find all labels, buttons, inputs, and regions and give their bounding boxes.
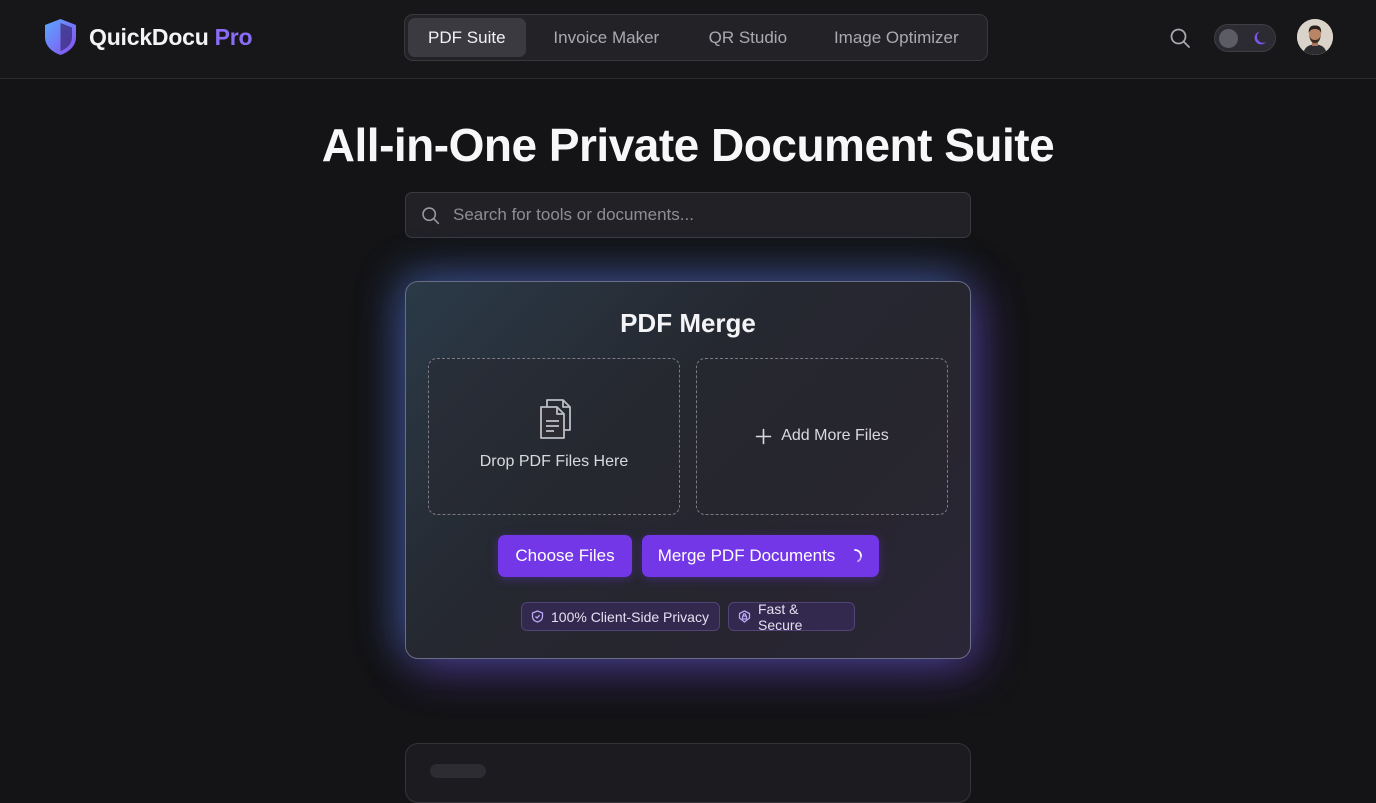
avatar[interactable] xyxy=(1297,19,1333,55)
moon-icon xyxy=(1254,31,1267,45)
brand-name: QuickDocu Pro xyxy=(89,23,253,50)
plus-icon xyxy=(755,428,772,444)
merge-button-label: Merge PDF Documents xyxy=(657,546,836,565)
page-title: All-in-One Private Document Suite xyxy=(321,119,1055,171)
merge-pdf-button[interactable]: Merge PDF Documents xyxy=(642,535,879,577)
header-search-button[interactable] xyxy=(1168,26,1192,50)
tab-qr-studio[interactable]: QR Studio xyxy=(687,18,809,57)
theme-toggle[interactable] xyxy=(1214,24,1276,52)
secure-badge: Fast & Secure xyxy=(728,600,855,633)
tool-search-bar[interactable] xyxy=(405,192,971,238)
privacy-badge: 100% Client-Side Privacy xyxy=(521,602,720,631)
next-card-chip xyxy=(430,764,486,778)
add-more-label: Add More Files xyxy=(781,427,889,444)
search-icon xyxy=(422,206,440,224)
pdf-dropzone[interactable]: Drop PDF Files Here xyxy=(428,358,680,515)
privacy-badge-label: 100% Client-Side Privacy xyxy=(551,608,709,625)
shield-logo-icon xyxy=(45,19,76,55)
tab-pdf-suite[interactable]: PDF Suite xyxy=(408,18,526,57)
brand[interactable]: QuickDocu Pro xyxy=(42,17,253,57)
tab-invoice-maker[interactable]: Invoice Maker xyxy=(526,18,687,57)
brand-accent: Pro xyxy=(214,23,253,50)
choose-files-button[interactable]: Choose Files xyxy=(498,535,632,577)
app-header: QuickDocu Pro PDF Suite Invoice Maker QR … xyxy=(0,0,1376,79)
shield-icon xyxy=(531,610,544,623)
dropzone-label: Drop PDF Files Here xyxy=(479,453,629,470)
pdf-merge-card: PDF Merge Drop PDF Files Here Add More F… xyxy=(405,281,971,659)
secure-badge-label: Fast & Secure xyxy=(758,600,803,633)
search-icon xyxy=(1170,28,1190,48)
tab-image-optimizer[interactable]: Image Optimizer xyxy=(809,18,984,57)
lock-shield-icon xyxy=(738,610,751,623)
add-more-files-zone[interactable]: Add More Files xyxy=(696,358,948,515)
loading-spinner-icon xyxy=(854,549,863,563)
search-input[interactable] xyxy=(453,205,933,225)
next-tool-card xyxy=(405,743,971,803)
main-nav: PDF Suite Invoice Maker QR Studio Image … xyxy=(404,14,988,61)
user-avatar-image xyxy=(1297,19,1333,55)
toggle-knob xyxy=(1219,29,1238,48)
card-title: PDF Merge xyxy=(620,308,756,338)
add-more-files: Add More Files xyxy=(697,427,947,445)
documents-icon xyxy=(540,399,571,439)
